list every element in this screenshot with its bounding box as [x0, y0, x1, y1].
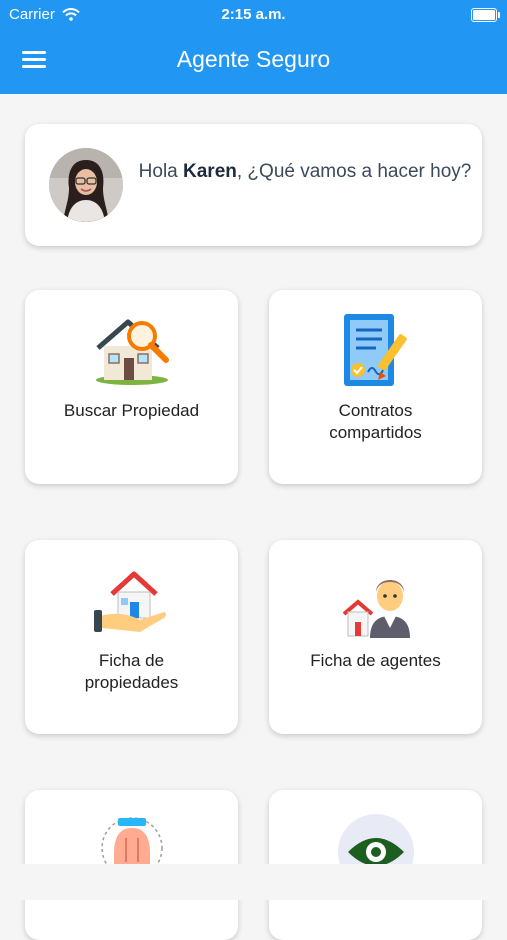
- tile-label: Ficha de agentes: [310, 651, 441, 670]
- tile-label: Ficha de propiedades: [84, 651, 179, 692]
- greeting-text: Hola Karen, ¿Qué vamos a hacer hoy?: [138, 161, 472, 182]
- bottom-safe-area: [0, 864, 507, 900]
- greeting-card: Hola Karen, ¿Qué vamos a hacer hoy?: [25, 124, 482, 246]
- contract-sign-icon: [343, 314, 407, 386]
- user-name: Karen: [183, 161, 237, 182]
- app-bar: Carrier 2:15 a.m. Agente Seguro: [0, 0, 507, 94]
- tile-label: Buscar Propiedad: [63, 401, 200, 420]
- agent-icon: [342, 580, 410, 638]
- status-time: 2:15 a.m.: [221, 6, 286, 23]
- app-title: Agente Seguro: [176, 46, 331, 72]
- house-search-icon: [95, 319, 169, 385]
- avatar[interactable]: [49, 148, 123, 222]
- tile-buscar-propiedad[interactable]: Buscar Propiedad: [25, 290, 238, 484]
- tile-ficha-propiedades[interactable]: Ficha de propiedades: [25, 540, 238, 734]
- house-in-hand-icon: [93, 571, 166, 632]
- tile-label: Contratos compartidos: [329, 401, 422, 442]
- tile-ficha-agentes[interactable]: Ficha de agentes: [269, 540, 482, 734]
- status-bar: Carrier 2:15 a.m.: [0, 6, 507, 26]
- tile-contratos-compartidos[interactable]: Contratos compartidos: [269, 290, 482, 484]
- battery-icon: [471, 8, 500, 22]
